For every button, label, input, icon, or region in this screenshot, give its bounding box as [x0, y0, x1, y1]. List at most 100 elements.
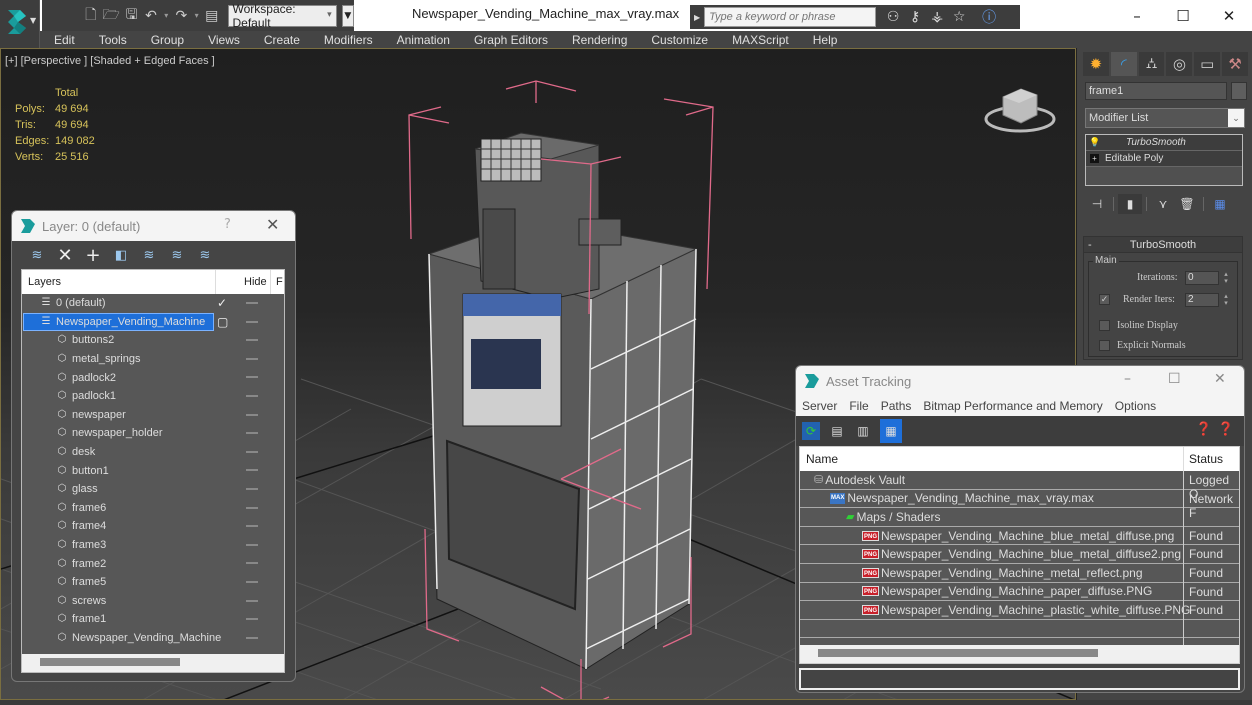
modifier-list-dropdown[interactable]: Modifier List ⌄ [1085, 108, 1245, 128]
hide-toggle[interactable] [246, 580, 258, 583]
asset-row[interactable]: PNG Newspaper_Vending_Machine_plastic_whi… [800, 601, 1239, 621]
freeze-all-layers-icon[interactable]: ≋ [194, 245, 216, 265]
object-row[interactable]: ⬡ padlock2 [22, 368, 284, 387]
undo-dropdown-icon[interactable]: ▾ [163, 11, 170, 20]
menu-options[interactable]: Options [1115, 399, 1156, 413]
table-view-icon[interactable]: ▦ [880, 419, 902, 443]
layer-row[interactable]: ☰ Newspaper_Vending_Machine ▢ [22, 312, 284, 332]
redo-icon[interactable]: ↷ [174, 7, 189, 25]
rollout-header[interactable]: - TurboSmooth [1084, 237, 1242, 253]
hide-toggle[interactable] [246, 394, 258, 397]
customize-qat-button[interactable]: ▼ [341, 4, 354, 27]
spinner-arrows-icon[interactable]: ▴ ▾ [1221, 271, 1231, 285]
object-row[interactable]: ⬡ newspaper [22, 406, 284, 425]
show-end-result-icon[interactable]: ▮ [1118, 194, 1142, 214]
object-row[interactable]: ⬡ metal_springs [22, 350, 284, 369]
hide-toggle[interactable] [246, 636, 258, 639]
hide-toggle[interactable] [246, 413, 258, 416]
tree-view-icon[interactable]: ▥ [854, 422, 872, 440]
highlight-layer-icon[interactable]: ≋ [138, 245, 160, 265]
context-help-icon[interactable]: ❓ [1218, 422, 1234, 437]
object-row[interactable]: ⬡ frame5 [22, 573, 284, 592]
help-icon[interactable]: ❓ [1196, 422, 1212, 437]
layer-row[interactable]: ☰ 0 (default) ✓ [22, 294, 284, 313]
configure-modifier-sets-icon[interactable]: ▦ [1208, 194, 1232, 214]
menu-paths[interactable]: Paths [881, 399, 912, 413]
object-row[interactable]: ⬡ newspaper_holder [22, 424, 284, 443]
hide-toggle[interactable] [246, 302, 258, 304]
render-iters-checkbox[interactable]: ✓ [1099, 294, 1110, 305]
close-button[interactable]: ✕ [1206, 0, 1252, 31]
delete-layer-icon[interactable]: ✕ [54, 245, 76, 266]
star-icon[interactable]: ☆ [948, 9, 970, 25]
hide-toggle[interactable] [246, 339, 258, 342]
set-current-layer-icon[interactable]: ▢ [217, 315, 228, 329]
collapse-arrow-icon[interactable]: ▶ [694, 13, 700, 22]
menu-file[interactable]: File [849, 399, 868, 413]
menu-modifiers[interactable]: Modifiers [312, 33, 385, 47]
asset-row[interactable]: PNG Newspaper_Vending_Machine_metal_refle… [800, 563, 1239, 583]
menu-server[interactable]: Server [802, 399, 837, 413]
create-tab[interactable]: ✹ [1083, 52, 1109, 76]
motion-tab[interactable]: ◎ [1166, 52, 1193, 76]
maximize-button[interactable]: ☐ [1168, 371, 1181, 387]
viewport-label[interactable]: [+] [Perspective ] [Shaded + Edged Faces… [5, 55, 215, 67]
horizontal-scrollbar[interactable] [22, 654, 284, 672]
object-row[interactable]: ⬡ padlock1 [22, 387, 284, 406]
render-iters-spinner[interactable]: 2 [1185, 293, 1219, 307]
exchange-icon[interactable]: ⚶ [926, 9, 948, 25]
key-icon[interactable]: ⚷ [904, 9, 926, 25]
asset-dialog-titlebar[interactable]: Asset Tracking – ☐ ✕ [796, 366, 1244, 396]
asset-row[interactable]: PNG Newspaper_Vending_Machine_blue_metal_… [800, 545, 1239, 565]
asset-row[interactable]: PNG Newspaper_Vending_Machine_paper_diffu… [800, 582, 1239, 602]
make-unique-icon[interactable]: ⋎ [1151, 194, 1175, 214]
help-icon[interactable]: ⓘ [978, 7, 1000, 27]
hide-all-layers-icon[interactable]: ≋ [166, 245, 188, 265]
minimize-button[interactable]: – [1114, 0, 1160, 31]
scrollbar-thumb[interactable] [818, 649, 1098, 657]
binoculars-icon[interactable]: ⚇ [882, 9, 904, 25]
object-row[interactable]: ⬡ frame1 [22, 610, 284, 629]
object-row[interactable]: ⬡ desk [22, 443, 284, 462]
maximize-button[interactable]: ☐ [1160, 0, 1206, 31]
hide-toggle[interactable] [246, 357, 258, 360]
menu-create[interactable]: Create [252, 33, 312, 47]
object-row[interactable]: ⬡ frame2 [22, 554, 284, 573]
viewcube[interactable] [983, 79, 1057, 139]
layer-dialog-titlebar[interactable]: Layer: 0 (default) ? ✕ [12, 211, 295, 241]
app-logo-button[interactable]: ▼ [0, 0, 40, 48]
stack-item-turbosmooth[interactable]: 💡 TurboSmooth [1086, 135, 1242, 151]
refresh-icon[interactable]: ⟳ [802, 422, 820, 440]
object-row[interactable]: ⬡ button1 [22, 461, 284, 480]
new-file-icon[interactable]: 🗋 [83, 7, 98, 25]
hide-toggle[interactable] [246, 376, 258, 379]
asset-path-field[interactable] [799, 668, 1240, 690]
column-status[interactable]: Status [1189, 452, 1223, 466]
menu-customize[interactable]: Customize [639, 33, 720, 47]
remove-modifier-icon[interactable]: 🗑 [1175, 194, 1199, 214]
asset-row[interactable]: ▰ Maps / Shaders [800, 508, 1239, 528]
hide-toggle[interactable] [246, 525, 258, 528]
hide-toggle[interactable] [246, 432, 258, 435]
help-button[interactable]: ? [224, 217, 231, 232]
object-row[interactable]: ⬡ frame3 [22, 536, 284, 555]
object-row[interactable]: ⬡ frame4 [22, 517, 284, 536]
scrollbar-thumb[interactable] [40, 658, 180, 666]
column-hide[interactable]: Hide [244, 276, 267, 288]
hide-toggle[interactable] [246, 506, 258, 509]
hide-toggle[interactable] [246, 562, 258, 565]
object-row[interactable]: ⬡ screws [22, 592, 284, 611]
menu-tools[interactable]: Tools [87, 33, 139, 47]
utilities-tab[interactable]: ⚒ [1222, 52, 1248, 76]
save-icon[interactable]: 🖫 [124, 7, 139, 25]
hide-toggle[interactable] [246, 320, 258, 323]
iterations-spinner[interactable]: 0 [1185, 271, 1219, 285]
asset-row[interactable]: PNG Newspaper_Vending_Machine_blue_metal_… [800, 526, 1239, 546]
hide-toggle[interactable] [246, 599, 258, 602]
close-button[interactable]: ✕ [266, 215, 279, 234]
open-file-icon[interactable]: 🗁 [102, 7, 119, 25]
object-name-field[interactable]: frame1 [1085, 82, 1227, 100]
object-row[interactable]: ⬡ buttons2 [22, 331, 284, 350]
object-row[interactable]: ⬡ frame6 [22, 499, 284, 518]
workspace-dropdown[interactable]: Workspace: Default ▾ [227, 2, 337, 30]
